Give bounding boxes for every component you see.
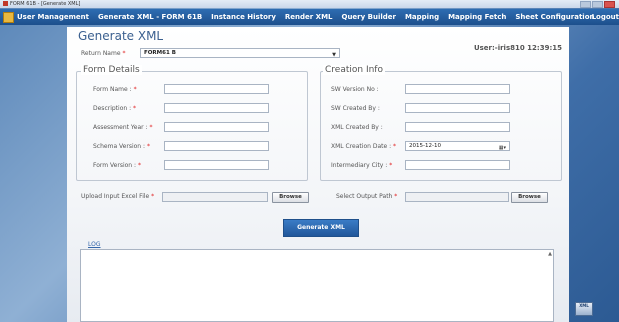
menu-render-xml[interactable]: Render XML <box>285 13 333 21</box>
close-button[interactable] <box>604 1 615 8</box>
assessment-year-input[interactable] <box>164 122 269 132</box>
upload-input-path[interactable] <box>162 192 268 202</box>
creation-info-title: Creation Info <box>323 65 385 75</box>
window-title: FORM 61B - [Generate XML] <box>10 1 81 7</box>
window-controls <box>579 1 615 8</box>
menu-query-builder[interactable]: Query Builder <box>342 13 396 21</box>
sw-version-label: SW Version No : <box>331 86 379 93</box>
sw-version-input[interactable] <box>405 84 510 94</box>
xml-created-by-input[interactable] <box>405 122 510 132</box>
menu-sheet-configuration[interactable]: Sheet Configuration <box>515 13 594 21</box>
minimize-button[interactable] <box>580 1 591 8</box>
assessment-year-label: Assessment Year : * <box>93 124 153 131</box>
menu-logout[interactable]: Logout <box>592 9 619 25</box>
app-icon <box>3 1 8 6</box>
maximize-button[interactable] <box>592 1 603 8</box>
calendar-icon[interactable]: ▦▾ <box>499 144 506 152</box>
description-label: Description : * <box>93 105 137 112</box>
sw-created-by-label: SW Created By : <box>331 105 380 112</box>
menu-bar: User Management Generate XML - FORM 61B … <box>0 9 619 25</box>
log-textarea[interactable]: ▲ <box>80 249 554 322</box>
window-titlebar: FORM 61B - [Generate XML] <box>0 0 619 8</box>
user-status: User:-iris810 12:39:15 <box>473 44 562 52</box>
page-title: Generate XML <box>78 29 164 43</box>
schema-version-input[interactable] <box>164 141 269 151</box>
browse-output-button[interactable]: Browse <box>511 192 548 203</box>
sw-created-by-input[interactable] <box>405 103 510 113</box>
xml-creation-date-label: XML Creation Date : * <box>331 143 397 150</box>
menu-generate-xml[interactable]: Generate XML - FORM 61B <box>98 13 202 21</box>
menu-instance-history[interactable]: Instance History <box>211 13 276 21</box>
chevron-down-icon: ▼ <box>332 52 336 58</box>
log-label: LOG <box>88 241 101 248</box>
form-name-input[interactable] <box>164 84 269 94</box>
form-version-label: Form Version : * <box>93 162 141 169</box>
generate-xml-button[interactable]: Generate XML <box>283 219 359 237</box>
upload-input-label: Upload Input Excel File * <box>81 193 155 200</box>
xml-creation-date-picker[interactable]: 2015-12-10 ▦▾ <box>405 141 510 151</box>
intermediary-city-input[interactable] <box>405 160 510 170</box>
output-path-label: Select Output Path * <box>336 193 398 200</box>
menu-mapping-fetch[interactable]: Mapping Fetch <box>448 13 506 21</box>
output-path-input[interactable] <box>405 192 509 202</box>
generate-xml-panel: Generate XML Return Name * FORM61 B ▼ Use… <box>67 27 569 322</box>
form-version-input[interactable] <box>164 160 269 170</box>
form-details-title: Form Details <box>81 65 142 75</box>
schema-version-label: Schema Version : * <box>93 143 150 150</box>
xml-created-by-label: XML Created By : <box>331 124 383 131</box>
app-logo-icon <box>3 11 14 23</box>
intermediary-city-label: Intermediary City : * <box>331 162 393 169</box>
return-name-select[interactable]: FORM61 B ▼ <box>140 48 340 58</box>
xml-taskbar-icon[interactable]: XML <box>575 302 593 316</box>
return-name-label: Return Name * <box>81 50 126 57</box>
browse-input-button[interactable]: Browse <box>272 192 309 203</box>
description-input[interactable] <box>164 103 269 113</box>
form-name-label: Form Name : * <box>93 86 137 93</box>
scroll-up-icon[interactable]: ▲ <box>548 251 552 257</box>
menu-mapping[interactable]: Mapping <box>405 13 439 21</box>
menu-user-management[interactable]: User Management <box>17 13 89 21</box>
